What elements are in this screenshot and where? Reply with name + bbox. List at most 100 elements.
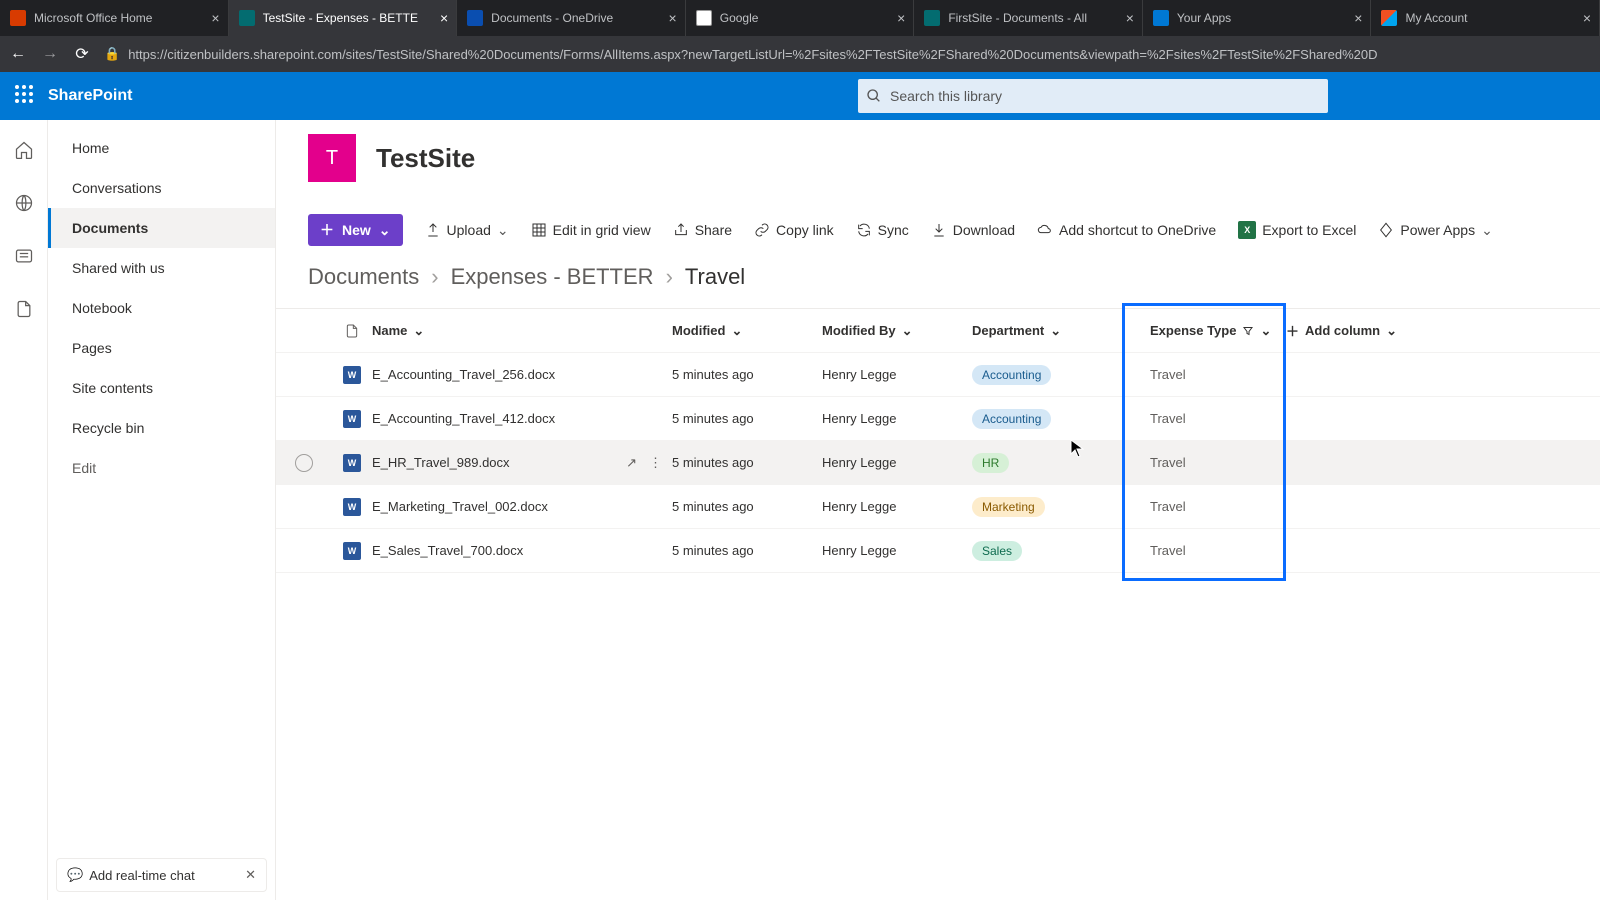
browser-tab[interactable]: Documents - OneDrive × [457, 0, 686, 36]
sidebar-item-recycle-bin[interactable]: Recycle bin [48, 408, 275, 448]
browser-tab[interactable]: Google× [686, 0, 915, 36]
word-icon [343, 366, 361, 384]
department-cell: Accounting [972, 409, 1122, 429]
tab-title: FirstSite - Documents - All [948, 11, 1119, 25]
department-cell: Marketing [972, 497, 1122, 517]
file-name-cell[interactable]: E_Accounting_Travel_256.docx [372, 367, 672, 382]
file-name-cell[interactable]: E_Marketing_Travel_002.docx [372, 499, 672, 514]
edit-grid-button[interactable]: Edit in grid view [531, 222, 651, 238]
add-column-button[interactable]: ＋Add column⌄ [1286, 321, 1456, 340]
site-logo[interactable]: T [308, 134, 356, 182]
sidebar-item-site-contents[interactable]: Site contents [48, 368, 275, 408]
browser-tab[interactable]: FirstSite - Documents - All × [914, 0, 1143, 36]
department-column-header[interactable]: Department⌄ [972, 323, 1122, 339]
search-box[interactable]: Search this library [858, 79, 1328, 113]
department-cell: Sales [972, 541, 1122, 561]
forward-icon[interactable]: → [40, 45, 60, 63]
plus-icon: ＋ [320, 220, 334, 240]
close-icon[interactable]: × [1583, 10, 1591, 26]
favicon [1153, 10, 1169, 26]
table-row[interactable]: E_Marketing_Travel_002.docx 5 minutes ag… [276, 485, 1600, 529]
tab-title: Microsoft Office Home [34, 11, 205, 25]
site-title[interactable]: TestSite [376, 143, 475, 174]
breadcrumb-root[interactable]: Documents [308, 264, 419, 290]
chat-callout[interactable]: 💬 Add real-time chat ✕ [56, 858, 267, 892]
app-launcher-icon[interactable] [12, 82, 36, 111]
department-pill: Accounting [972, 365, 1051, 385]
file-name-cell[interactable]: E_HR_Travel_989.docx↗⋮ [372, 455, 672, 471]
close-icon[interactable]: × [1126, 10, 1134, 26]
sidebar-item-shared-with-us[interactable]: Shared with us [48, 248, 275, 288]
table-row[interactable]: E_Sales_Travel_700.docx 5 minutes ago He… [276, 529, 1600, 573]
sidebar-item-home[interactable]: Home [48, 128, 275, 168]
chevron-right-icon: › [431, 264, 438, 290]
chevron-down-icon: ⌄ [1260, 323, 1271, 339]
expense-type-cell: Travel [1122, 411, 1286, 426]
nav-edit[interactable]: Edit [48, 448, 275, 488]
close-icon[interactable]: × [1354, 10, 1362, 26]
url-text: https://citizenbuilders.sharepoint.com/s… [128, 47, 1377, 62]
breadcrumb-mid[interactable]: Expenses - BETTER [451, 264, 654, 290]
modified-by-cell: Henry Legge [822, 499, 972, 514]
file-type-header[interactable] [332, 323, 372, 339]
link-icon [754, 222, 770, 238]
table-row[interactable]: E_HR_Travel_989.docx↗⋮ 5 minutes ago Hen… [276, 441, 1600, 485]
add-shortcut-button[interactable]: Add shortcut to OneDrive [1037, 222, 1216, 238]
browser-tab[interactable]: Your Apps × [1143, 0, 1372, 36]
command-bar: ＋ New ⌄ Upload⌄ Edit in grid view Share … [276, 204, 1600, 264]
more-icon[interactable]: ⋮ [649, 455, 662, 471]
browser-address-bar: ← → ⟳ 🔒 https://citizenbuilders.sharepoi… [0, 36, 1600, 72]
globe-icon[interactable] [14, 193, 34, 218]
file-name-cell[interactable]: E_Accounting_Travel_412.docx [372, 411, 672, 426]
modified-cell: 5 minutes ago [672, 543, 822, 558]
files-icon[interactable] [14, 299, 34, 324]
share-icon[interactable]: ↗ [626, 455, 637, 471]
browser-tab[interactable]: Microsoft Office Home × [0, 0, 229, 36]
close-icon[interactable]: ✕ [245, 867, 256, 883]
name-column-header[interactable]: Name⌄ [372, 323, 672, 339]
table-row[interactable]: E_Accounting_Travel_256.docx 5 minutes a… [276, 353, 1600, 397]
copy-link-button[interactable]: Copy link [754, 222, 834, 238]
chevron-down-icon: ⌄ [902, 323, 913, 339]
back-icon[interactable]: ← [8, 45, 28, 63]
modified-cell: 5 minutes ago [672, 411, 822, 426]
home-icon[interactable] [14, 140, 34, 165]
modified-column-header[interactable]: Modified⌄ [672, 323, 822, 339]
browser-tab[interactable]: TestSite - Expenses - BETTE× [229, 0, 458, 36]
breadcrumb-current: Travel [685, 264, 745, 290]
url-box[interactable]: 🔒 https://citizenbuilders.sharepoint.com… [104, 46, 1592, 62]
browser-tab[interactable]: My Account × [1371, 0, 1600, 36]
sidebar-item-pages[interactable]: Pages [48, 328, 275, 368]
select-circle[interactable] [295, 454, 313, 472]
new-button[interactable]: ＋ New ⌄ [308, 214, 403, 246]
download-button[interactable]: Download [931, 222, 1015, 238]
tab-title: Documents - OneDrive [491, 11, 662, 25]
sidebar-item-conversations[interactable]: Conversations [48, 168, 275, 208]
tab-title: Your Apps [1177, 11, 1348, 25]
favicon [924, 10, 940, 26]
chevron-down-icon: ⌄ [497, 222, 509, 239]
chevron-down-icon: ⌄ [413, 323, 424, 339]
close-icon[interactable]: × [440, 10, 448, 26]
power-apps-button[interactable]: Power Apps⌄ [1378, 222, 1492, 239]
modified-by-column-header[interactable]: Modified By⌄ [822, 323, 972, 339]
table-row[interactable]: E_Accounting_Travel_412.docx 5 minutes a… [276, 397, 1600, 441]
file-name-cell[interactable]: E_Sales_Travel_700.docx [372, 543, 672, 558]
close-icon[interactable]: × [897, 10, 905, 26]
reload-icon[interactable]: ⟳ [72, 44, 92, 64]
sidebar-item-notebook[interactable]: Notebook [48, 288, 275, 328]
modified-by-cell: Henry Legge [822, 367, 972, 382]
tab-title: My Account [1405, 11, 1576, 25]
search-icon [866, 88, 882, 104]
news-icon[interactable] [14, 246, 34, 271]
breadcrumb: Documents › Expenses - BETTER › Travel [276, 264, 1600, 308]
close-icon[interactable]: × [669, 10, 677, 26]
expense-type-column-header[interactable]: Expense Type⌄ [1122, 323, 1286, 339]
sidebar-item-documents[interactable]: Documents [48, 208, 275, 248]
upload-button[interactable]: Upload⌄ [425, 222, 509, 239]
sync-button[interactable]: Sync [856, 222, 909, 238]
close-icon[interactable]: × [211, 10, 219, 26]
suite-brand[interactable]: SharePoint [48, 87, 132, 105]
export-excel-button[interactable]: Export to Excel [1238, 221, 1356, 239]
share-button[interactable]: Share [673, 222, 732, 238]
